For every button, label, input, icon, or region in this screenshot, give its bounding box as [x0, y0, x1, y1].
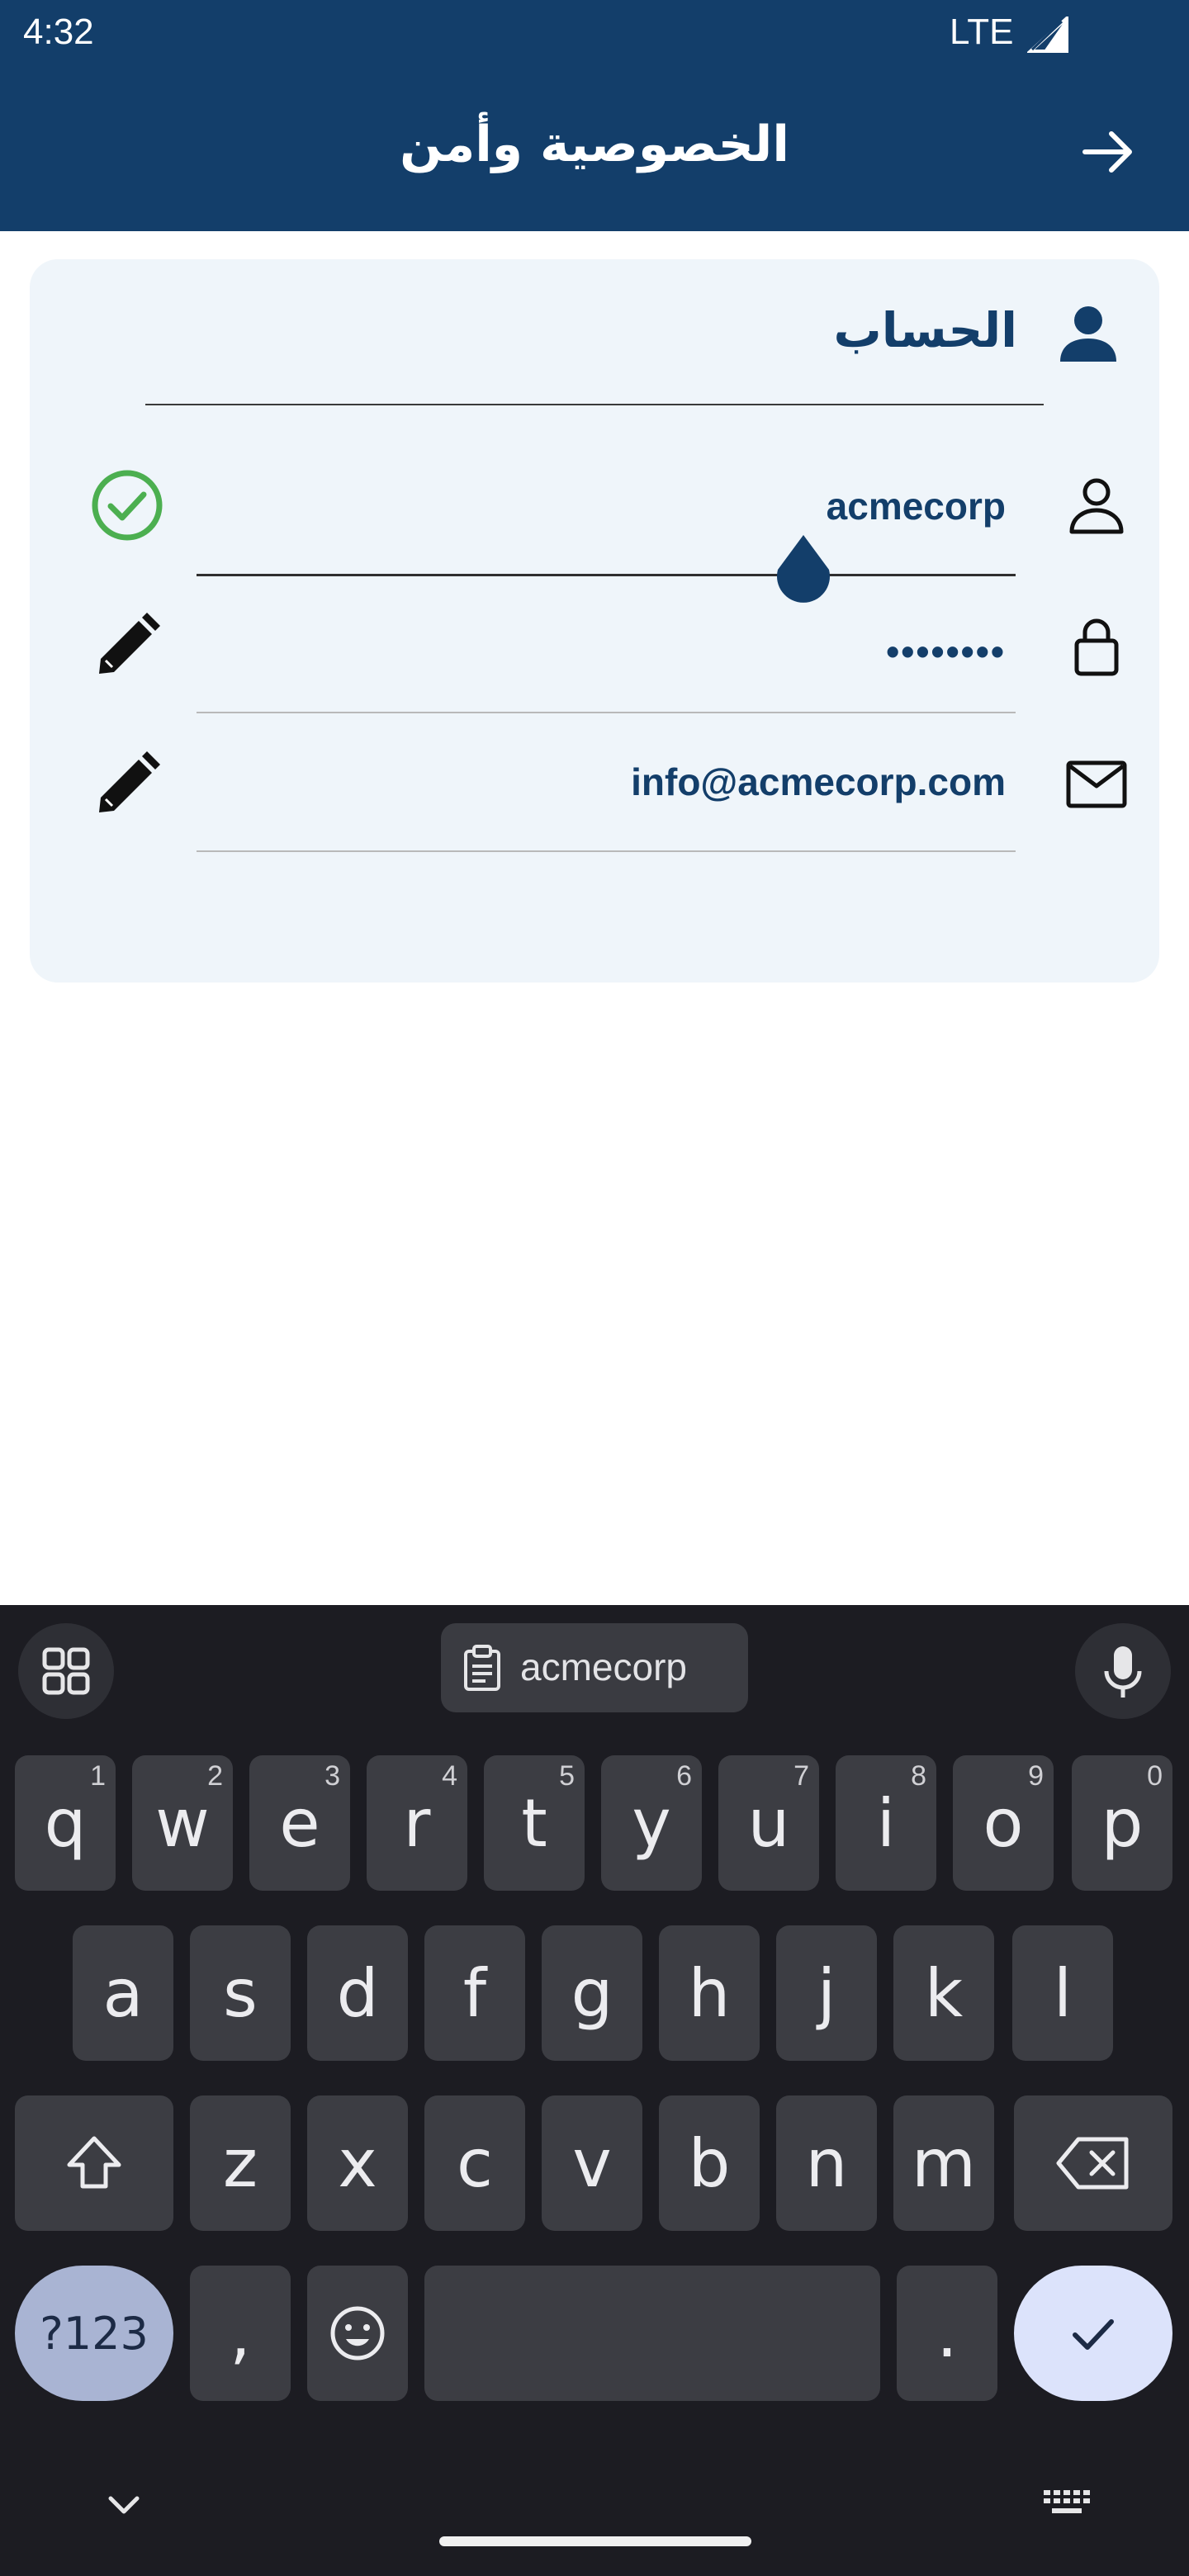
app-header: 4:32 LTE الخصوصية وأمن	[0, 0, 1189, 231]
key-hint: 0	[1147, 1760, 1163, 1792]
key-z[interactable]: z	[190, 2095, 291, 2231]
key-n[interactable]: n	[776, 2095, 877, 2231]
key-g[interactable]: g	[542, 1925, 642, 2061]
key-m[interactable]: m	[893, 2095, 994, 2231]
key-b[interactable]: b	[659, 2095, 760, 2231]
key-o[interactable]: o9	[953, 1755, 1054, 1891]
check-circle-icon[interactable]	[88, 466, 167, 545]
shift-key[interactable]	[15, 2095, 173, 2231]
key-label: e	[279, 1784, 320, 1862]
key-label: p	[1101, 1784, 1144, 1862]
email-field[interactable]: info@acmecorp.com	[198, 760, 1006, 804]
text-cursor-handle[interactable]	[773, 533, 834, 611]
section-divider	[145, 404, 1044, 405]
clipboard-suggestion-chip[interactable]: acmecorp	[441, 1623, 748, 1712]
comma-key[interactable]: ,	[190, 2266, 291, 2401]
page-title: الخصوصية وأمن	[400, 116, 789, 173]
clipboard-suggestion-text: acmecorp	[520, 1646, 687, 1688]
key-h[interactable]: h	[659, 1925, 760, 2061]
key-hint: 3	[324, 1760, 340, 1792]
key-s[interactable]: s	[190, 1925, 291, 2061]
password-field-underline	[197, 712, 1016, 713]
key-t[interactable]: t5	[484, 1755, 585, 1891]
symbols-key[interactable]: ?123	[15, 2266, 173, 2401]
key-label: u	[747, 1784, 790, 1862]
key-v[interactable]: v	[542, 2095, 642, 2231]
username-field[interactable]: acmecorp	[198, 484, 1006, 528]
key-e[interactable]: e3	[249, 1755, 350, 1891]
key-label: o	[983, 1784, 1024, 1862]
backspace-icon	[1056, 2137, 1129, 2190]
key-hint: 2	[207, 1760, 223, 1792]
shift-icon	[67, 2136, 121, 2189]
password-field[interactable]: ••••••••	[198, 629, 1006, 674]
key-hint: 8	[911, 1760, 926, 1792]
key-l[interactable]: l	[1012, 1925, 1113, 2061]
status-time: 4:32	[23, 12, 94, 52]
edit-pencil-icon[interactable]	[88, 745, 167, 824]
voice-input-button[interactable]	[1075, 1623, 1171, 1719]
key-hint: 4	[442, 1760, 457, 1792]
key-u[interactable]: u7	[718, 1755, 819, 1891]
key-label: y	[632, 1784, 671, 1862]
key-i[interactable]: i8	[836, 1755, 936, 1891]
key-r[interactable]: r4	[367, 1755, 467, 1891]
clipboard-icon	[464, 1645, 500, 1691]
microphone-icon	[1104, 1646, 1142, 1698]
edit-pencil-icon[interactable]	[88, 606, 167, 685]
signal-icon	[1027, 17, 1068, 53]
keyboard-switch-icon[interactable]	[1040, 2485, 1093, 2522]
key-a[interactable]: a	[73, 1925, 173, 2061]
key-label: r	[403, 1784, 431, 1862]
key-hint: 6	[676, 1760, 692, 1792]
key-label: i	[876, 1784, 896, 1862]
key-hint: 7	[793, 1760, 809, 1792]
key-hint: 9	[1028, 1760, 1044, 1792]
checkmark-icon	[1073, 2319, 1114, 2350]
key-label: w	[155, 1784, 210, 1862]
hide-keyboard-chevron-icon[interactable]	[97, 2485, 150, 2525]
person-icon	[1060, 306, 1116, 362]
soft-keyboard	[0, 1605, 1189, 2576]
lock-icon	[1074, 618, 1119, 676]
emoji-key[interactable]	[307, 2266, 408, 2401]
key-x[interactable]: x	[307, 2095, 408, 2231]
key-p[interactable]: p0	[1072, 1755, 1172, 1891]
account-card	[30, 259, 1159, 983]
key-w[interactable]: w2	[132, 1755, 233, 1891]
key-hint: 1	[90, 1760, 106, 1792]
key-d[interactable]: d	[307, 1925, 408, 2061]
backspace-key[interactable]	[1014, 2095, 1172, 2231]
key-label: t	[521, 1784, 547, 1862]
person-outline-icon	[1069, 478, 1124, 534]
emoji-icon	[330, 2306, 385, 2361]
username-field-underline	[197, 574, 1016, 576]
section-title: الحساب	[833, 302, 1017, 358]
period-key[interactable]: .	[897, 2266, 997, 2401]
key-hint: 5	[559, 1760, 575, 1792]
key-q[interactable]: q1	[15, 1755, 116, 1891]
done-key[interactable]	[1014, 2266, 1172, 2401]
email-field-underline	[197, 850, 1016, 852]
status-network: LTE	[950, 12, 1014, 52]
gesture-nav-handle[interactable]	[439, 2536, 751, 2546]
key-f[interactable]: f	[424, 1925, 525, 2061]
key-c[interactable]: c	[424, 2095, 525, 2231]
space-key[interactable]	[424, 2266, 880, 2401]
keyboard-apps-button[interactable]	[18, 1623, 114, 1719]
key-y[interactable]: y6	[601, 1755, 702, 1891]
key-label: q	[44, 1784, 87, 1862]
mail-icon	[1066, 760, 1127, 808]
key-k[interactable]: k	[893, 1925, 994, 2061]
key-j[interactable]: j	[776, 1925, 877, 2061]
grid-icon	[42, 1647, 90, 1695]
back-arrow-icon[interactable]	[1078, 122, 1138, 182]
